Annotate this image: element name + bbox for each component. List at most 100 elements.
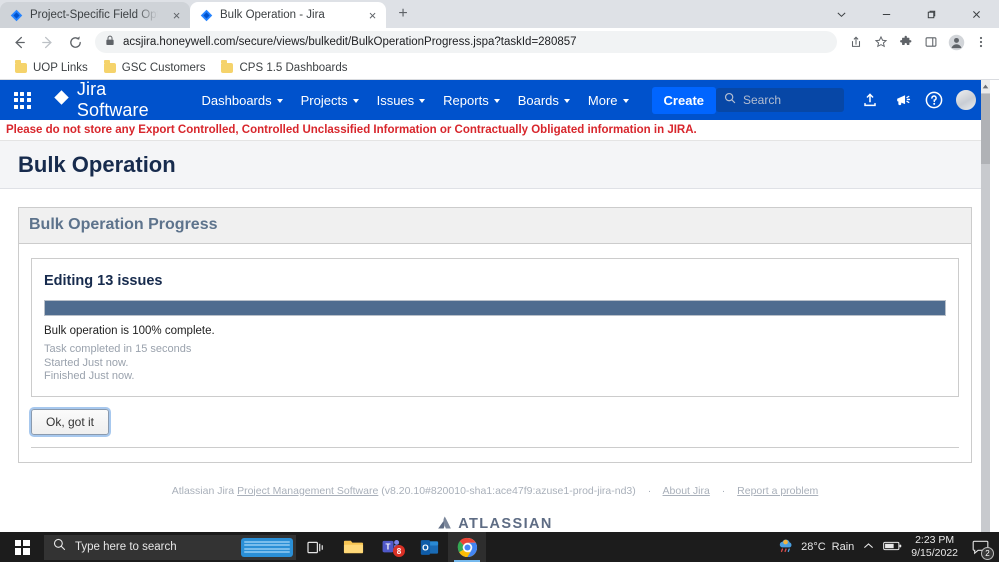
nav-item-boards[interactable]: Boards (509, 86, 579, 115)
bookmark-label: UOP Links (33, 61, 88, 74)
start-button[interactable] (0, 532, 44, 562)
nav-item-dashboards[interactable]: Dashboards (193, 86, 292, 115)
site-footer: Atlassian Jira Project Management Softwa… (18, 483, 972, 533)
restore-button[interactable] (909, 0, 954, 28)
chevron-down-icon (419, 98, 426, 103)
svg-text:O: O (422, 542, 429, 552)
file-explorer-icon[interactable] (334, 532, 372, 562)
minimize-button[interactable] (864, 0, 909, 28)
progress-bar-fill (45, 301, 945, 315)
extensions-puzzle-icon[interactable] (894, 30, 918, 54)
page-content: Bulk Operation Progress Editing 13 issue… (0, 189, 990, 532)
help-icon[interactable] (920, 86, 948, 114)
page-title: Bulk Operation (18, 151, 176, 177)
ok-got-it-button[interactable]: Ok, got it (31, 408, 110, 435)
upload-icon[interactable] (856, 86, 884, 114)
bookmark-item[interactable]: CPS 1.5 Dashboards (214, 60, 354, 76)
app-switcher-icon[interactable] (8, 84, 37, 116)
clock-date: 9/15/2022 (911, 547, 958, 559)
outlook-icon[interactable]: O (410, 532, 448, 562)
jira-page: Jira Software Dashboards Projects Issues… (0, 80, 990, 532)
footer-version: (v8.20.10#820010-sha1:ace47f9:azuse1-pro… (381, 484, 636, 497)
progress-completed-text: Task completed in 15 seconds (44, 343, 192, 355)
notification-center-button[interactable]: 2 (967, 534, 994, 560)
chevron-down-icon (352, 98, 359, 103)
progress-finished-text: Finished Just now. (44, 370, 135, 382)
bookmark-item[interactable]: UOP Links (8, 60, 95, 76)
panel-header: Bulk Operation Progress (19, 208, 971, 244)
footer-separator: · (721, 484, 726, 497)
share-icon[interactable] (844, 30, 868, 54)
close-button[interactable] (954, 0, 999, 28)
report-problem-link[interactable]: Report a problem (737, 485, 818, 497)
avatar[interactable] (952, 86, 980, 114)
panel-body: Editing 13 issues Bulk operation is 100%… (19, 244, 971, 462)
clock-time: 2:23 PM (915, 534, 955, 546)
lock-icon (105, 33, 115, 51)
task-view-icon[interactable] (296, 532, 334, 562)
scroll-up-arrow[interactable] (981, 80, 990, 93)
side-panel-icon[interactable] (919, 30, 943, 54)
nav-item-label: Reports (443, 92, 489, 108)
bulk-operation-panel: Bulk Operation Progress Editing 13 issue… (18, 207, 972, 463)
weather-widget[interactable]: 28°C Rain (777, 538, 854, 557)
bookmark-star-icon[interactable] (869, 30, 893, 54)
kebab-menu-icon[interactable] (969, 30, 993, 54)
footer-separator: · (647, 484, 652, 497)
chevron-down-icon (276, 98, 283, 103)
browser-tab-1[interactable]: Project-Specific Field Options - Ji × (0, 2, 190, 28)
close-icon[interactable]: × (365, 8, 380, 23)
atlassian-wordmark: ATLASSIAN (458, 516, 553, 532)
search-highlight-widget[interactable] (241, 537, 293, 557)
jira-navigation-bar: Jira Software Dashboards Projects Issues… (0, 80, 990, 120)
browser-tab-strip: Project-Specific Field Options - Ji × Bu… (0, 0, 999, 28)
folder-icon (15, 60, 27, 73)
reload-button[interactable] (62, 29, 88, 55)
page-scrollbar[interactable] (981, 80, 990, 532)
panel-divider (31, 446, 959, 448)
battery-icon[interactable] (883, 540, 902, 555)
create-button[interactable]: Create (651, 86, 716, 114)
microsoft-teams-icon[interactable]: T 8 (372, 532, 410, 562)
tray-expand-chevron-icon[interactable] (863, 541, 874, 553)
close-icon[interactable]: × (169, 8, 184, 23)
search-input[interactable]: Search (716, 88, 844, 112)
system-tray: 28°C Rain 2:23 PM 9/15/2022 2 (777, 534, 999, 560)
notification-badge: 2 (981, 547, 994, 560)
bookmark-item[interactable]: GSC Customers (97, 60, 213, 76)
back-button[interactable] (6, 29, 32, 55)
address-bar[interactable]: acsjira.honeywell.com/secure/views/bulke… (95, 31, 837, 53)
atlassian-brand: ATLASSIAN (18, 515, 972, 532)
search-placeholder: Search (743, 93, 782, 107)
search-icon (53, 538, 66, 556)
about-jira-link[interactable]: About Jira (663, 485, 710, 497)
jira-logo-text: Jira Software (76, 80, 149, 120)
browser-tab-2[interactable]: Bulk Operation - Jira × (190, 2, 386, 28)
clock[interactable]: 2:23 PM 9/15/2022 (911, 534, 958, 560)
windows-taskbar: Type here to search T 8 O 28°C Rain 2:23… (0, 532, 999, 562)
weather-condition: Rain (831, 541, 855, 553)
nav-item-issues[interactable]: Issues (368, 86, 435, 115)
google-chrome-icon[interactable] (448, 532, 486, 562)
bookmark-label: CPS 1.5 Dashboards (239, 61, 348, 74)
chevron-down-icon[interactable] (819, 0, 864, 28)
announcement-megaphone-icon[interactable] (888, 86, 916, 114)
jira-logo-icon (53, 89, 70, 111)
footer-product-link[interactable]: Project Management Software (237, 485, 378, 497)
search-icon (724, 91, 736, 109)
nav-item-projects[interactable]: Projects (292, 86, 368, 115)
jira-logo[interactable]: Jira Software (53, 80, 171, 121)
chevron-down-icon (493, 98, 500, 103)
chevron-down-icon (622, 98, 629, 103)
footer-line: Atlassian Jira Project Management Softwa… (18, 483, 972, 499)
profile-icon[interactable] (944, 30, 968, 54)
progress-heading: Editing 13 issues (44, 273, 163, 289)
jira-icon (10, 9, 23, 22)
new-tab-button[interactable]: + (390, 1, 416, 27)
browser-tab-2-title: Bulk Operation - Jira (220, 9, 325, 21)
nav-item-reports[interactable]: Reports (434, 86, 509, 115)
scrollbar-thumb[interactable] (981, 94, 990, 164)
taskbar-search-input[interactable]: Type here to search (44, 534, 296, 560)
progress-status-text: Bulk operation is 100% complete. (44, 325, 215, 337)
nav-item-more[interactable]: More (579, 86, 638, 115)
